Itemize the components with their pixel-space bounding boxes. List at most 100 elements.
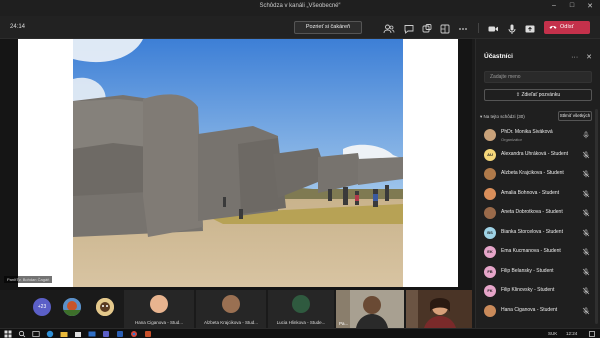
mic-muted-icon[interactable] [582,307,590,315]
window-title: Schôdza v kanáli „Všeobecné“ [259,3,341,9]
participant-row[interactable]: Aneta Dobrotkova - Student [482,205,594,221]
participant-avatar: FK [484,285,496,297]
participant-name: Lucia Hlinkova - Stude... [276,320,326,325]
mic-muted-icon[interactable] [582,170,590,178]
participant-row[interactable]: AU Alexandra Uhráková - Student [482,147,594,163]
clock[interactable]: 12:24 [566,331,577,336]
participant-avatar[interactable] [63,298,81,316]
overflow-participants-badge[interactable]: +23 [33,298,51,316]
participant-tile[interactable]: Lucia Hlinkova - Stude... [268,290,334,328]
toolbar-divider [478,23,479,33]
minimize-icon[interactable]: – [548,2,560,9]
microphone-icon[interactable] [506,22,518,34]
invite-search-input[interactable]: Zadajte meno [484,71,592,83]
task-view-icon[interactable] [32,330,40,338]
participant-avatar [484,187,496,200]
self-video[interactable] [406,290,472,328]
participant-name: Filip Klinovsky - Student [501,287,555,293]
rooms-icon[interactable] [439,22,451,34]
powerpoint-icon[interactable] [144,330,152,338]
participant-video[interactable]: Pa... [336,290,404,328]
share-screen-icon[interactable] [524,22,536,34]
windows-start-icon[interactable] [4,330,12,338]
participant-avatar: EK [484,246,496,258]
mic-muted-icon[interactable] [582,190,590,198]
mic-muted-icon[interactable] [582,229,590,237]
participant-row[interactable]: Hana Ciganova - Student [482,303,594,319]
chat-icon[interactable] [403,22,415,34]
participant-name: Filip Belansky - Student [501,267,554,274]
participant-name: Hana Ciganova - Stud... [134,320,184,325]
participant-row[interactable]: BS Bianka Storcelova - Student [482,225,594,241]
microphone-icon[interactable] [582,131,590,139]
panel-title: Účastníci [484,53,513,60]
phone-icon [549,25,557,29]
shared-content-stage: PanItTv. Bohdan Čagáň [0,39,472,290]
participant-name: Aneta Dobrotkova - Student [501,209,563,215]
leave-button[interactable]: Odísť [544,21,590,34]
more-options-icon[interactable]: ··· [571,54,578,61]
participant-row[interactable]: Amalia Bohnova - Student [482,186,594,202]
participant-tile[interactable]: Alzbeta Krajcikova - Stud... [196,290,266,328]
mute-all-button[interactable]: Stlmiť všetkých [558,111,592,121]
word-icon[interactable] [116,330,124,338]
participant-tile[interactable]: Hana Ciganova - Stud... [124,290,194,328]
language-indicator[interactable]: SUK [548,331,557,336]
participant-name: Alexandra Uhráková - Student [501,150,568,157]
participant-name: PhDr. Monika Siváková [501,129,553,135]
more-options-icon[interactable] [457,22,469,34]
close-icon[interactable]: ✕ [586,54,592,61]
participant-name: Pa... [339,321,349,326]
participant-avatar: BS [484,226,496,239]
mic-muted-icon[interactable] [582,151,590,159]
share-invite-button[interactable]: ⇪ Zdieľať pozvánku [484,89,592,101]
notifications-icon[interactable] [588,330,596,338]
participant-avatar [484,304,496,317]
mic-muted-icon[interactable] [582,248,590,256]
participant-avatar: AU [484,148,496,161]
teams-icon[interactable] [102,330,110,338]
close-window-icon[interactable]: ✕ [584,2,596,10]
mail-icon[interactable] [88,330,96,338]
camera-icon[interactable] [487,22,499,34]
file-explorer-icon[interactable] [60,330,68,338]
participant-name: Hana Ciganova - Student [501,306,558,313]
chrome-icon[interactable] [130,330,138,338]
view-lobby-button[interactable]: Pozrieť si čakáreň [294,21,362,34]
leave-label: Odísť [560,24,574,30]
mic-muted-icon[interactable] [582,268,590,276]
in-meeting-count: Na tejto schôdzi (30) [483,114,525,119]
participant-avatar[interactable] [96,298,114,316]
slide-photo [73,39,403,287]
store-icon[interactable] [74,330,82,338]
participant-name: Amalia Bohnova - Student [501,189,560,196]
edge-icon[interactable] [46,330,54,338]
title-bar: Schôdza v kanáli „Všeobecné“ – □ ✕ [0,0,600,16]
scrollbar[interactable] [595,109,598,324]
participant-row[interactable]: EK Ema Kucmanova - Student [482,244,594,260]
participant-name: Alzbeta Krajcikova - Student [501,170,564,176]
participants-icon[interactable] [383,22,395,34]
mic-muted-icon[interactable] [582,287,590,295]
participant-row[interactable]: FB Filip Belansky - Student [482,264,594,280]
participants-panel: Účastníci ··· ✕ Zadajte meno ⇪ Zdieľať p… [475,39,600,328]
participant-avatar [484,129,496,141]
windows-taskbar: SUK 12:24 [0,328,600,338]
participant-avatar [484,207,496,219]
reactions-icon[interactable] [421,22,433,34]
participant-row[interactable]: Alzbeta Krajcikova - Student [482,166,594,182]
mic-muted-icon[interactable] [582,209,590,217]
participant-row[interactable]: FK Filip Klinovsky - Student [482,283,594,299]
participant-avatar [150,295,168,313]
maximize-icon[interactable]: □ [566,2,578,9]
participant-avatar [484,168,496,180]
meeting-toolbar: 24:14 Pozrieť si čakáreň Odísť [0,16,600,39]
participant-avatar [292,295,310,313]
share-invite-label: Zdieľať pozvánku [521,92,561,98]
in-meeting-section-header[interactable]: ▾ Na tejto schôdzi (30) [480,114,525,120]
participant-name: Bianka Storcelova - Student [501,228,563,235]
search-icon[interactable] [18,330,26,338]
participant-role: Organizátor [501,137,522,142]
participant-avatar: FB [484,265,496,278]
participant-row[interactable]: PhDr. Monika Siváková Organizátor [482,127,594,143]
